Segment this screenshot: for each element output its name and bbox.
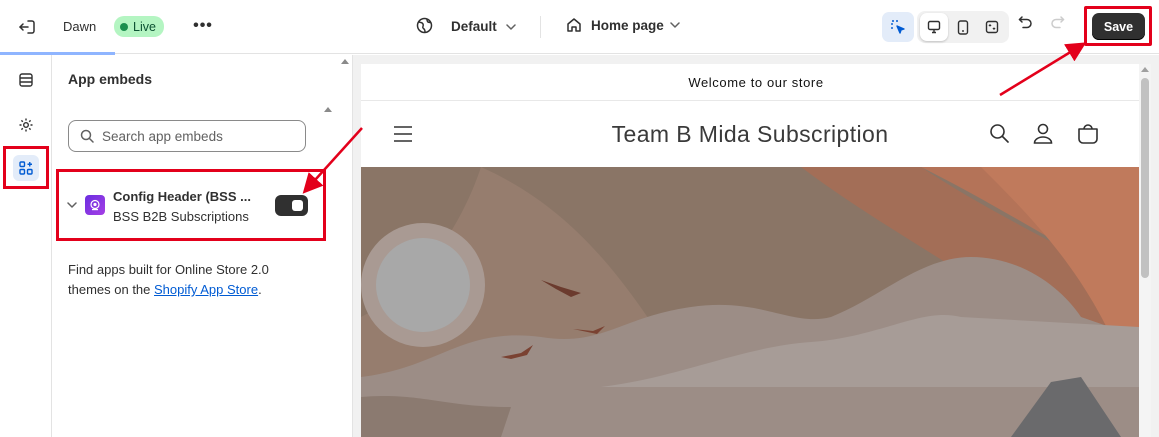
cart-icon[interactable]	[1077, 123, 1099, 144]
fullscreen-view-button[interactable]	[978, 13, 1006, 41]
cursor-select-icon	[891, 20, 905, 34]
fullscreen-icon	[985, 20, 999, 34]
help-text-suffix: .	[258, 282, 262, 297]
preview-scrollbar-thumb[interactable]	[1141, 78, 1149, 278]
globe-icon[interactable]	[416, 17, 433, 34]
gear-icon	[19, 118, 33, 132]
locale-select-label: Default	[451, 19, 497, 34]
search-app-embeds-input[interactable]	[102, 128, 302, 144]
app-embed-toggle[interactable]	[275, 195, 308, 216]
exit-icon	[19, 20, 35, 34]
left-rail	[0, 55, 52, 437]
hero-banner[interactable]	[361, 167, 1139, 437]
live-status-label: Live	[133, 19, 156, 34]
chevron-down-icon[interactable]	[67, 202, 77, 208]
save-highlight-box	[1084, 6, 1152, 46]
shopify-app-store-link[interactable]: Shopify App Store	[154, 282, 258, 297]
locale-select[interactable]: Default	[451, 19, 516, 34]
device-switcher	[917, 11, 1009, 43]
toggle-knob	[292, 200, 303, 211]
redo-icon	[1051, 16, 1065, 29]
panel-title: App embeds	[68, 71, 153, 87]
desktop-icon	[927, 20, 941, 34]
chevron-down-icon	[506, 23, 516, 30]
search-icon	[80, 129, 94, 143]
announcement-bar[interactable]: Welcome to our store	[361, 64, 1151, 101]
inspector-button[interactable]	[882, 12, 914, 42]
help-text: Find apps built for Online Store 2.0 the…	[68, 260, 308, 300]
app-embed-title: Config Header (BSS ...	[113, 189, 251, 204]
preview-scroll-up-arrow[interactable]	[1141, 67, 1149, 72]
mobile-view-button[interactable]	[949, 13, 977, 41]
app-embed-item[interactable]: Config Header (BSS ... BSS B2B Subscript…	[56, 169, 326, 241]
mobile-icon	[957, 19, 969, 35]
page-select-label: Home page	[591, 17, 664, 33]
search-icon[interactable]	[989, 123, 1009, 143]
editor-topbar: Dawn Live ••• Default Home page Save	[0, 0, 1159, 55]
exit-button[interactable]	[14, 15, 40, 39]
app-embed-app-name: BSS B2B Subscriptions	[113, 209, 249, 224]
scroll-up-arrow[interactable]	[341, 59, 349, 64]
app-embeds-panel: App embeds Config Header (BSS ... BSS B2…	[53, 55, 353, 437]
redo-button[interactable]	[1050, 15, 1065, 29]
theme-name: Dawn	[63, 19, 97, 34]
search-app-embeds-field[interactable]	[68, 120, 306, 152]
theme-settings-button[interactable]	[13, 112, 39, 138]
live-dot-icon	[120, 22, 128, 31]
sections-icon	[19, 73, 33, 87]
chevron-down-icon	[670, 22, 680, 28]
store-header[interactable]: Team B Mida Subscription	[361, 102, 1151, 166]
page-select[interactable]: Home page	[566, 17, 680, 33]
undo-icon	[1018, 16, 1032, 29]
desktop-view-button[interactable]	[920, 13, 948, 41]
bss-app-icon	[85, 195, 105, 215]
more-actions-button[interactable]: •••	[192, 14, 214, 38]
app-embeds-highlight-box	[3, 146, 49, 189]
store-preview: Welcome to our store Team B Mida Subscri…	[361, 64, 1151, 437]
toolbar-divider	[540, 16, 541, 38]
preview-canvas: Welcome to our store Team B Mida Subscri…	[353, 55, 1159, 437]
store-title[interactable]: Team B Mida Subscription	[361, 121, 1139, 148]
undo-button[interactable]	[1018, 15, 1033, 29]
live-status-badge: Live	[114, 16, 164, 37]
list-scroll-up-arrow[interactable]	[324, 107, 332, 112]
sections-button[interactable]	[13, 67, 39, 93]
home-icon	[567, 18, 581, 32]
account-icon[interactable]	[1033, 123, 1053, 144]
hero-illustration	[361, 167, 1139, 437]
